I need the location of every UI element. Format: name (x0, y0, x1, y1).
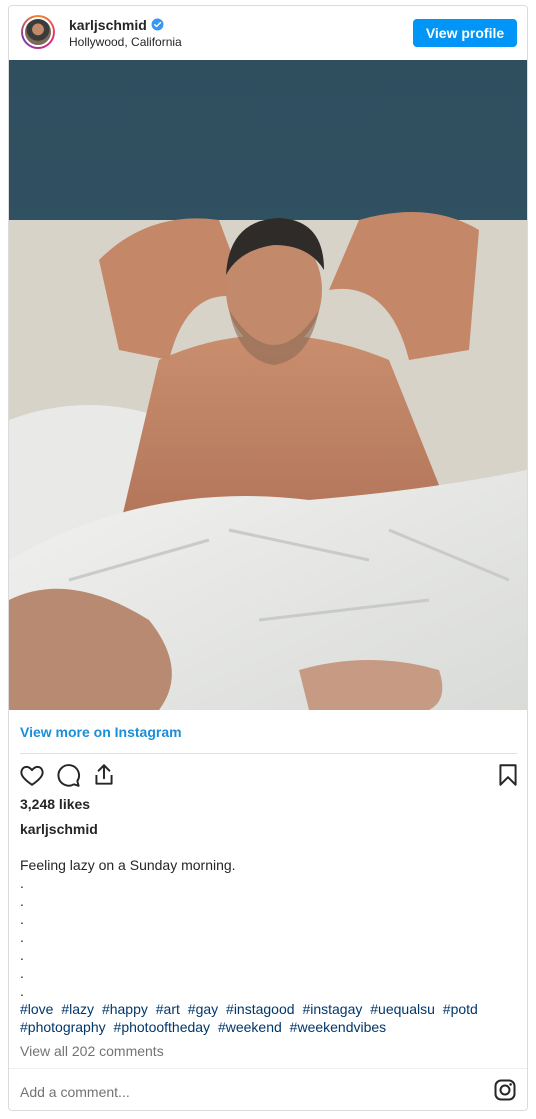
hashtag-link[interactable]: #uequalsu (370, 1001, 435, 1017)
post-header: karljschmid Hollywood, California View p… (9, 6, 527, 60)
verified-badge-icon (151, 18, 164, 31)
likes-count[interactable]: 3,248 likes (20, 796, 90, 812)
hashtag-list: #love #lazy #happy #art #gay #instagood … (20, 1000, 517, 1036)
hashtag-link[interactable]: #love (20, 1001, 53, 1017)
share-icon[interactable] (91, 762, 117, 788)
divider (9, 1068, 527, 1069)
caption-dot: . (20, 947, 24, 963)
instagram-icon[interactable] (493, 1078, 517, 1102)
instagram-embed-card: karljschmid Hollywood, California View p… (8, 5, 528, 1111)
caption-dot: . (20, 965, 24, 981)
caption-dot: . (20, 983, 24, 999)
hashtag-link[interactable]: #photography (20, 1019, 106, 1035)
hashtag-link[interactable]: #weekendvibes (290, 1019, 387, 1035)
hashtag-link[interactable]: #instagay (302, 1001, 362, 1017)
bookmark-icon[interactable] (495, 762, 521, 788)
hashtag-link[interactable]: #gay (188, 1001, 218, 1017)
username[interactable]: karljschmid (69, 17, 147, 33)
hashtag-link[interactable]: #weekend (218, 1019, 282, 1035)
caption-username[interactable]: karljschmid (20, 821, 98, 837)
divider (20, 753, 517, 754)
hashtag-link[interactable]: #happy (102, 1001, 148, 1017)
caption-dot: . (20, 929, 24, 945)
caption-dot: . (20, 875, 24, 891)
hashtag-link[interactable]: #instagood (226, 1001, 295, 1017)
caption-dot: . (20, 893, 24, 909)
location-label[interactable]: Hollywood, California (69, 35, 182, 49)
hashtag-link[interactable]: #potd (443, 1001, 478, 1017)
caption-text: Feeling lazy on a Sunday morning. (20, 857, 236, 873)
heart-icon[interactable] (19, 762, 45, 788)
hashtag-link[interactable]: #art (156, 1001, 180, 1017)
hashtag-link[interactable]: #lazy (61, 1001, 94, 1017)
caption-dot: . (20, 911, 24, 927)
view-profile-button[interactable]: View profile (413, 19, 517, 47)
avatar-image (23, 17, 53, 47)
post-photo[interactable] (9, 60, 527, 710)
avatar[interactable] (21, 15, 55, 49)
view-more-on-instagram-link[interactable]: View more on Instagram (20, 724, 182, 740)
post-actions (9, 762, 527, 790)
post-photo-image (9, 60, 527, 710)
add-comment-field[interactable]: Add a comment... (20, 1084, 130, 1100)
caption: Feeling lazy on a Sunday morning. . . . … (20, 856, 517, 1036)
view-all-comments-link[interactable]: View all 202 comments (20, 1043, 164, 1059)
comment-icon[interactable] (55, 762, 81, 788)
hashtag-link[interactable]: #photooftheday (114, 1019, 211, 1035)
